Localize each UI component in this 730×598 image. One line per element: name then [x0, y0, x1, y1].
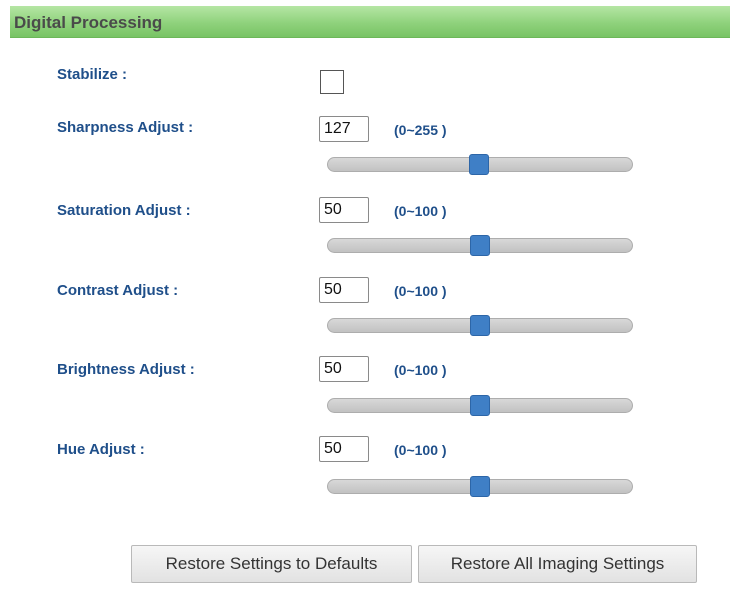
sharpness-range: (0~255 ) [394, 122, 447, 138]
stabilize-checkbox[interactable] [320, 70, 344, 94]
hue-range: (0~100 ) [394, 442, 447, 458]
sharpness-label: Sharpness Adjust : [57, 119, 194, 136]
section-title: Digital Processing [14, 13, 163, 32]
restore-defaults-button[interactable]: Restore Settings to Defaults [131, 545, 412, 583]
hue-input[interactable] [319, 436, 369, 462]
sharpness-slider-thumb[interactable] [469, 154, 490, 175]
brightness-slider[interactable] [327, 395, 633, 416]
sharpness-slider[interactable] [327, 154, 633, 175]
brightness-slider-thumb[interactable] [470, 395, 490, 416]
restore-all-imaging-button[interactable]: Restore All Imaging Settings [418, 545, 697, 583]
hue-slider-thumb[interactable] [470, 476, 490, 497]
saturation-slider[interactable] [327, 235, 633, 256]
hue-label: Hue Adjust : [57, 441, 145, 458]
brightness-label: Brightness Adjust : [57, 361, 195, 378]
saturation-range: (0~100 ) [394, 203, 447, 219]
contrast-range: (0~100 ) [394, 283, 447, 299]
stabilize-label: Stabilize : [57, 66, 128, 83]
contrast-input[interactable] [319, 277, 369, 303]
contrast-slider-thumb[interactable] [470, 315, 490, 336]
contrast-slider[interactable] [327, 315, 633, 336]
brightness-range: (0~100 ) [394, 362, 447, 378]
section-header: Digital Processing [10, 6, 730, 38]
saturation-slider-thumb[interactable] [470, 235, 490, 256]
hue-slider[interactable] [327, 476, 633, 497]
brightness-input[interactable] [319, 356, 369, 382]
saturation-input[interactable] [319, 197, 369, 223]
saturation-label: Saturation Adjust : [57, 202, 191, 219]
sharpness-input[interactable] [319, 116, 369, 142]
contrast-label: Contrast Adjust : [57, 282, 179, 299]
